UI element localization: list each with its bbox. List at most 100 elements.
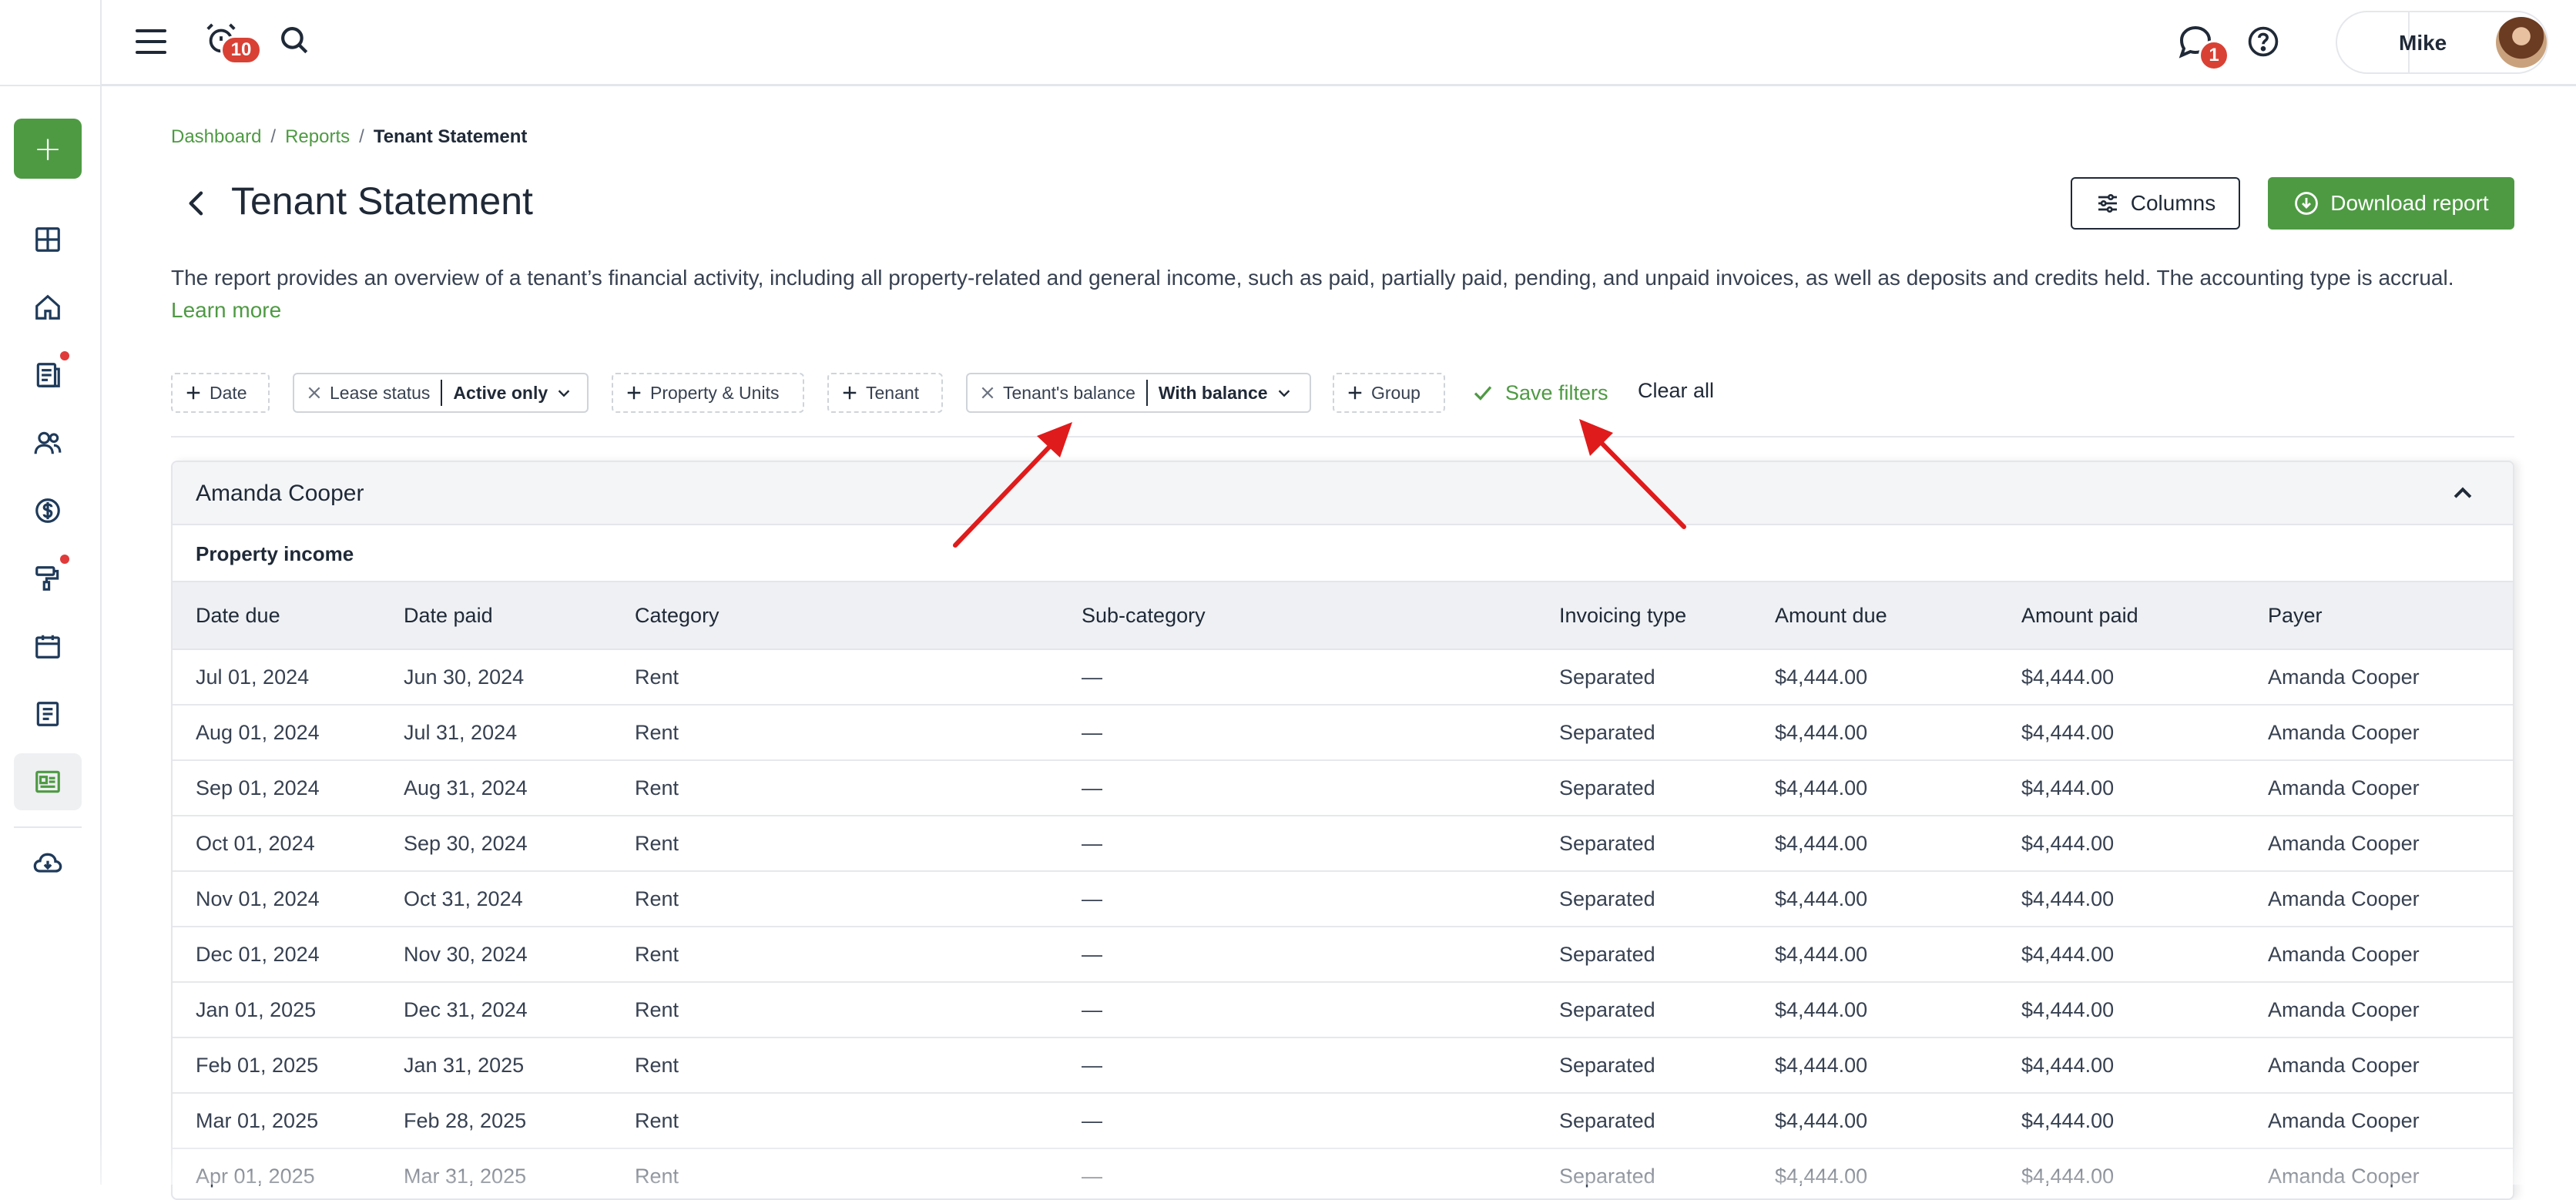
- user-menu[interactable]: Mike: [2336, 11, 2548, 74]
- cell-category: Rent: [635, 1165, 679, 1188]
- cell-amount-paid: $4,444.00: [2021, 1109, 2115, 1132]
- column-header[interactable]: Amount paid: [2021, 604, 2138, 628]
- cell-category: Rent: [635, 721, 679, 744]
- column-header[interactable]: Date paid: [404, 604, 493, 628]
- sidebar-item-accounting[interactable]: [14, 482, 82, 539]
- add-new-button[interactable]: +: [14, 119, 82, 179]
- table-row[interactable]: Mar 01, 2025 Feb 28, 2025 Rent — Separated $4…: [173, 1094, 2513, 1149]
- sidebar-item-reports[interactable]: [14, 753, 82, 810]
- breadcrumb: Dashboard / Reports / Tenant Statement: [171, 126, 527, 148]
- tenant-name: Amanda Cooper: [196, 481, 364, 506]
- cell-date-due: Aug 01, 2024: [196, 721, 320, 744]
- sidebar-divider: [0, 85, 102, 86]
- sidebar-separator: [14, 826, 82, 828]
- menu-button[interactable]: [132, 23, 169, 60]
- filter-tenant-balance[interactable]: Tenant's balance With balance: [966, 373, 1311, 413]
- table-header: Date due Date paid Category Sub-category…: [173, 581, 2513, 650]
- cell-amount-due: $4,444.00: [1775, 665, 1868, 689]
- cell-category: Rent: [635, 776, 679, 799]
- sidebar-item-properties[interactable]: [14, 279, 82, 336]
- column-header[interactable]: Amount due: [1775, 604, 1887, 628]
- sidebar-item-calendar[interactable]: [14, 618, 82, 675]
- breadcrumb-separator: /: [359, 126, 364, 147]
- cell-date-due: Jul 01, 2024: [196, 665, 310, 689]
- cell-amount-paid: $4,444.00: [2021, 1054, 2115, 1077]
- table-row[interactable]: Aug 01, 2024 Jul 31, 2024 Rent — Separated $4…: [173, 706, 2513, 761]
- cell-date-paid: Sep 30, 2024: [404, 832, 528, 855]
- table-row[interactable]: Nov 01, 2024 Oct 31, 2024 Rent — Separated $4…: [173, 872, 2513, 927]
- table-row[interactable]: Feb 01, 2025 Jan 31, 2025 Rent — Separated $4…: [173, 1038, 2513, 1094]
- filter-balance-value: With balance: [1158, 382, 1268, 403]
- plus-icon: [1348, 386, 1362, 400]
- column-header[interactable]: Payer: [2268, 604, 2323, 628]
- avatar: [2496, 17, 2547, 68]
- filter-lease-status-value: Active only: [453, 382, 548, 403]
- cell-date-due: Dec 01, 2024: [196, 943, 320, 966]
- cell-sub-category: —: [1082, 1109, 1102, 1132]
- column-header[interactable]: Category: [635, 604, 719, 628]
- cell-date-due: Oct 01, 2024: [196, 832, 315, 855]
- cell-date-paid: Nov 30, 2024: [404, 943, 528, 966]
- column-header[interactable]: Invoicing type: [1559, 604, 1686, 628]
- learn-more-link[interactable]: Learn more: [171, 298, 281, 322]
- people-icon: [34, 431, 62, 454]
- table-row[interactable]: Dec 01, 2024 Nov 30, 2024 Rent — Separated $4…: [173, 927, 2513, 983]
- cell-payer: Amanda Cooper: [2268, 1054, 2420, 1077]
- cell-amount-due: $4,444.00: [1775, 776, 1868, 799]
- tenant-header[interactable]: Amanda Cooper: [173, 462, 2513, 525]
- table-row[interactable]: Sep 01, 2024 Aug 31, 2024 Rent — Separated $4…: [173, 761, 2513, 816]
- back-arrow-icon[interactable]: [182, 188, 213, 219]
- dashboard-icon: [35, 227, 60, 252]
- table-row[interactable]: Oct 01, 2024 Sep 30, 2024 Rent — Separated $4…: [173, 816, 2513, 872]
- save-filters-button[interactable]: Save filters: [1471, 377, 1608, 408]
- table-row[interactable]: Jan 01, 2025 Dec 31, 2024 Rent — Separated $4…: [173, 983, 2513, 1038]
- filter-date[interactable]: Date: [171, 373, 270, 413]
- cell-amount-due: $4,444.00: [1775, 943, 1868, 966]
- filter-balance-label: Tenant's balance: [1003, 382, 1135, 403]
- cell-date-due: Jan 01, 2025: [196, 998, 317, 1021]
- filter-tenant[interactable]: Tenant: [827, 373, 943, 413]
- chevron-down-icon: [1278, 390, 1290, 397]
- cell-date-due: Apr 01, 2025: [196, 1165, 315, 1188]
- alerts-button[interactable]: 10: [202, 20, 262, 65]
- close-icon[interactable]: [980, 385, 995, 401]
- cell-sub-category: —: [1082, 832, 1102, 855]
- table-row[interactable]: Apr 01, 2025 Mar 31, 2025 Rent — Separated $4…: [173, 1149, 2513, 1198]
- close-icon[interactable]: [307, 385, 322, 401]
- filter-lease-status[interactable]: Lease status Active only: [293, 373, 589, 413]
- sidebar-item-people[interactable]: [14, 414, 82, 471]
- cell-invoicing-type: Separated: [1559, 832, 1655, 855]
- filter-lease-status-label: Lease status: [330, 382, 431, 403]
- download-report-button[interactable]: Download report: [2268, 177, 2514, 230]
- messages-button[interactable]: 1: [2175, 22, 2229, 71]
- cell-payer: Amanda Cooper: [2268, 1165, 2420, 1188]
- chevron-down-icon: [558, 390, 570, 397]
- cell-amount-due: $4,444.00: [1775, 1054, 1868, 1077]
- filter-group[interactable]: Group: [1333, 373, 1445, 413]
- cell-date-paid: Jul 31, 2024: [404, 721, 518, 744]
- breadcrumb-dashboard[interactable]: Dashboard: [171, 126, 261, 147]
- sidebar-item-documents[interactable]: [14, 685, 82, 742]
- sidebar-item-leases[interactable]: [14, 347, 82, 404]
- cell-date-due: Feb 01, 2025: [196, 1054, 319, 1077]
- cell-date-paid: Dec 31, 2024: [404, 998, 528, 1021]
- search-button[interactable]: [276, 22, 313, 59]
- table-row[interactable]: Jul 01, 2024 Jun 30, 2024 Rent — Separated $4…: [173, 650, 2513, 706]
- column-header[interactable]: Date due: [196, 604, 280, 628]
- cell-category: Rent: [635, 665, 679, 689]
- chevron-up-icon[interactable]: [2450, 481, 2476, 507]
- sidebar-item-maintenance[interactable]: [14, 550, 82, 607]
- column-header[interactable]: Sub-category: [1082, 604, 1206, 628]
- cell-amount-due: $4,444.00: [1775, 1165, 1868, 1188]
- sidebar-item-cloud[interactable]: [14, 835, 82, 892]
- filter-property-units[interactable]: Property & Units: [612, 373, 804, 413]
- help-button[interactable]: [2245, 23, 2282, 60]
- sidebar-item-dashboard[interactable]: [14, 211, 82, 268]
- search-icon: [281, 27, 308, 54]
- cell-sub-category: —: [1082, 887, 1102, 910]
- columns-button[interactable]: Columns: [2071, 177, 2240, 230]
- check-icon: [1474, 386, 1492, 401]
- clear-all-button[interactable]: Clear all: [1638, 379, 1714, 403]
- breadcrumb-reports[interactable]: Reports: [285, 126, 350, 147]
- cell-payer: Amanda Cooper: [2268, 832, 2420, 855]
